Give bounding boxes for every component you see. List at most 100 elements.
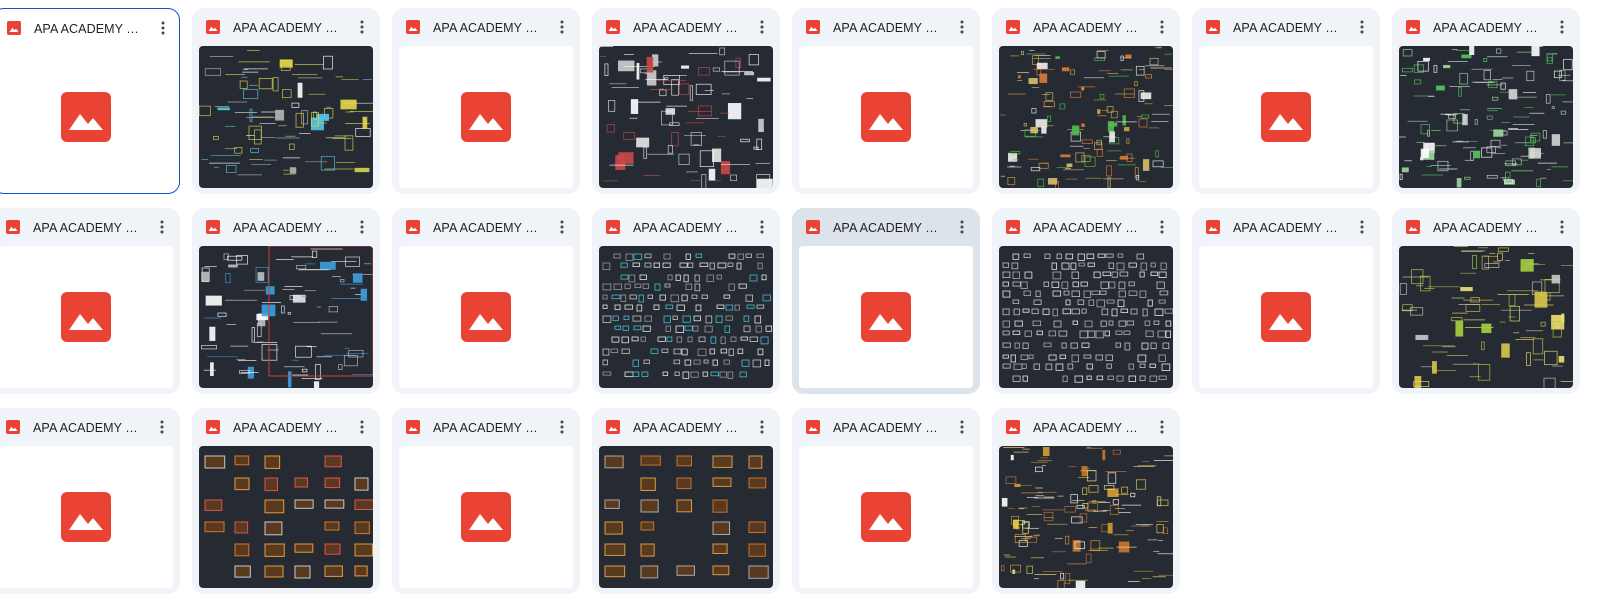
file-card-header: APA ACADEMY THƯ VIỆN... (1192, 208, 1380, 246)
file-title: APA ACADEMY THƯ VIỆN... (833, 21, 945, 35)
file-title: APA ACADEMY THƯ VIỆN... (233, 21, 345, 35)
cad-drawing-thumbnail (199, 446, 373, 588)
file-card[interactable]: APA ACADEMY THƯ VIỆN... (0, 208, 180, 394)
more-actions-button[interactable] (552, 15, 572, 39)
file-card[interactable]: APA ACADEMY THƯ VIỆN... (992, 208, 1180, 394)
more-vert-icon (1360, 220, 1364, 234)
file-title: APA ACADEMY THƯ VIỆN... (34, 22, 146, 36)
more-actions-button[interactable] (952, 215, 972, 239)
more-actions-button[interactable] (352, 215, 372, 239)
image-file-icon (606, 20, 620, 34)
file-card-header: APA ACADEMY THƯ VIỆN... (192, 208, 380, 246)
more-actions-button[interactable] (1352, 215, 1372, 239)
more-actions-button[interactable] (1152, 15, 1172, 39)
file-card[interactable]: APA ACADEMY THƯ VIỆN... (992, 8, 1180, 194)
more-actions-button[interactable] (952, 415, 972, 439)
image-file-icon (1006, 20, 1020, 34)
file-card[interactable]: APA ACADEMY THƯ VIỆN... (792, 408, 980, 594)
more-vert-icon (560, 220, 564, 234)
file-card[interactable]: APA ACADEMY THƯ VIỆN... (0, 408, 180, 594)
image-placeholder-icon (861, 92, 911, 142)
file-card[interactable]: APA ACADEMY THƯ VIỆN... (992, 408, 1180, 594)
file-title: APA ACADEMY THƯ VIỆN... (833, 221, 945, 235)
file-grid: APA ACADEMY THƯ VIỆN... APA ACADEMY THƯ V… (0, 8, 1617, 608)
more-actions-button[interactable] (552, 215, 572, 239)
image-file-icon (6, 420, 20, 434)
cad-drawing-thumbnail (999, 46, 1173, 188)
file-card[interactable]: APA ACADEMY THƯ VIỆN... (592, 408, 780, 594)
file-card-header: APA ACADEMY THƯ VIỆN... (592, 408, 780, 446)
image-file-icon (406, 220, 420, 234)
file-card[interactable]: APA ACADEMY THƯ VIỆN... (0, 8, 180, 194)
file-card-header: APA ACADEMY THƯ VIỆN... (792, 208, 980, 246)
file-card[interactable]: APA ACADEMY THƯ VIỆN... (1192, 8, 1380, 194)
file-card-header: APA ACADEMY THƯ VIỆN... (1192, 8, 1380, 46)
more-actions-button[interactable] (352, 415, 372, 439)
more-actions-button[interactable] (1152, 415, 1172, 439)
cad-drawing-thumbnail (999, 446, 1173, 588)
file-title: APA ACADEMY THƯ VIỆN... (1433, 221, 1545, 235)
file-card[interactable]: APA ACADEMY THƯ VIỆN... (792, 8, 980, 194)
file-title: APA ACADEMY THƯ VIỆN... (433, 421, 545, 435)
more-actions-button[interactable] (752, 215, 772, 239)
more-actions-button[interactable] (552, 415, 572, 439)
more-vert-icon (760, 20, 764, 34)
more-actions-button[interactable] (1552, 215, 1572, 239)
more-actions-button[interactable] (152, 215, 172, 239)
image-file-icon (1406, 20, 1420, 34)
more-actions-button[interactable] (952, 15, 972, 39)
more-vert-icon (760, 420, 764, 434)
file-card[interactable]: APA ACADEMY THƯ VIỆN... (392, 8, 580, 194)
more-vert-icon (160, 220, 164, 234)
file-title: APA ACADEMY THƯ VIỆN... (1233, 221, 1345, 235)
cad-drawing-thumbnail (1399, 246, 1573, 388)
more-actions-button[interactable] (1552, 15, 1572, 39)
file-title: APA ACADEMY THƯ VIỆN... (233, 421, 345, 435)
file-card[interactable]: APA ACADEMY THƯ VIỆN... (192, 208, 380, 394)
more-actions-button[interactable] (152, 415, 172, 439)
file-card[interactable]: APA ACADEMY THƯ VIỆN... (392, 208, 580, 394)
file-title: APA ACADEMY THƯ VIỆN... (33, 421, 145, 435)
file-thumbnail-placeholder (399, 246, 573, 388)
file-card[interactable]: APA ACADEMY THƯ VIỆN... (392, 408, 580, 594)
file-card-header: APA ACADEMY THƯ VIỆN... (392, 208, 580, 246)
more-vert-icon (960, 220, 964, 234)
more-actions-button[interactable] (752, 415, 772, 439)
file-card[interactable]: APA ACADEMY THƯ VIỆN... (192, 408, 380, 594)
image-file-icon (1006, 420, 1020, 434)
image-placeholder-icon (461, 492, 511, 542)
file-title: APA ACADEMY THƯ VIỆN... (433, 221, 545, 235)
file-title: APA ACADEMY THƯ VIỆN... (633, 221, 745, 235)
file-card[interactable]: APA ACADEMY THƯ VIỆN... (592, 208, 780, 394)
more-actions-button[interactable] (153, 16, 173, 40)
image-file-icon (206, 420, 220, 434)
more-actions-button[interactable] (352, 15, 372, 39)
file-card[interactable]: APA ACADEMY THƯ VIỆN... (1192, 208, 1380, 394)
file-title: APA ACADEMY THƯ VIỆN... (633, 421, 745, 435)
file-card-header: APA ACADEMY THƯ VIỆN... (792, 408, 980, 446)
file-card[interactable]: APA ACADEMY THƯ VIỆN... (1392, 208, 1580, 394)
file-card[interactable]: APA ACADEMY THƯ VIỆN... (1392, 8, 1580, 194)
file-title: APA ACADEMY THƯ VIỆN... (833, 421, 945, 435)
file-card[interactable]: APA ACADEMY THƯ VIỆN... (792, 208, 980, 394)
cad-drawing-thumbnail (999, 246, 1173, 388)
image-file-icon (1406, 220, 1420, 234)
more-vert-icon (560, 20, 564, 34)
image-placeholder-icon (861, 292, 911, 342)
file-card[interactable]: APA ACADEMY THƯ VIỆN... (192, 8, 380, 194)
image-file-icon (7, 21, 21, 35)
more-actions-button[interactable] (1152, 215, 1172, 239)
image-file-icon (206, 220, 220, 234)
image-placeholder-icon (61, 92, 111, 142)
more-vert-icon (1160, 420, 1164, 434)
file-title: APA ACADEMY THƯ VIỆN... (33, 221, 145, 235)
more-actions-button[interactable] (752, 15, 772, 39)
cad-drawing-thumbnail (199, 46, 373, 188)
cad-drawing-thumbnail (599, 246, 773, 388)
more-actions-button[interactable] (1352, 15, 1372, 39)
file-card[interactable]: APA ACADEMY THƯ VIỆN... (592, 8, 780, 194)
more-vert-icon (360, 220, 364, 234)
file-thumbnail-placeholder (799, 446, 973, 588)
image-placeholder-icon (461, 92, 511, 142)
cad-drawing-thumbnail (1399, 46, 1573, 188)
